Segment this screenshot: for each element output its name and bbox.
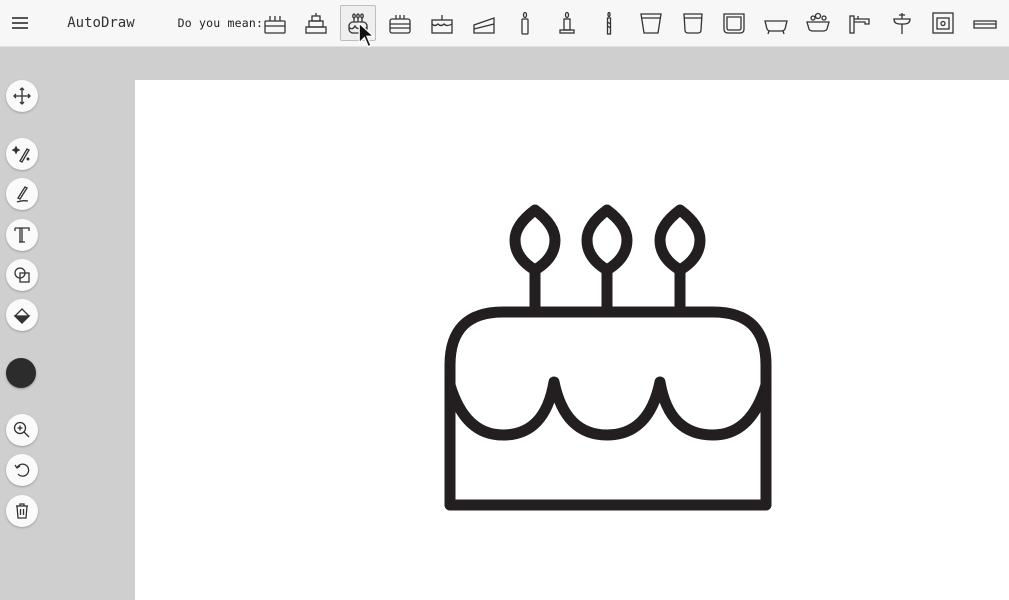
suggestion-layer-cake[interactable] [382, 5, 418, 41]
text-icon [14, 227, 30, 243]
suggestion-candle[interactable] [507, 5, 543, 41]
autodraw-tool[interactable] [6, 138, 38, 170]
suggestion-bathtub[interactable] [758, 5, 794, 41]
candle-flame-left [509, 204, 561, 276]
suggestion-candle-holder[interactable] [549, 5, 585, 41]
shape-tool[interactable] [6, 259, 38, 291]
cake-wedge-icon [472, 17, 495, 34]
trash-icon [16, 503, 28, 519]
suggestion-cake[interactable] [257, 5, 293, 41]
delete-tool[interactable] [6, 495, 38, 527]
birthday-cake-drawing [444, 204, 772, 511]
move-tool[interactable] [6, 80, 38, 112]
suggestion-pot[interactable] [675, 5, 711, 41]
cake-frosting [444, 376, 772, 441]
magic-pen-icon [12, 145, 30, 163]
paint-bucket-icon [13, 308, 31, 324]
candle-icon [521, 11, 530, 35]
suggestion-cake-slice[interactable] [424, 5, 460, 41]
suggestion-tray[interactable] [967, 5, 1003, 41]
zoom-in-icon [13, 421, 30, 438]
oven-icon [932, 12, 955, 34]
draw-tool[interactable] [6, 178, 38, 210]
suggestion-cake-wedge[interactable] [466, 5, 502, 41]
suggestion-thin-candle[interactable] [591, 5, 627, 41]
suggestion-faucet[interactable] [842, 5, 878, 41]
suggestion-sink[interactable] [884, 5, 920, 41]
bubble-bath-icon [806, 12, 830, 32]
top-toolbar: AutoDraw Do you mean: [0, 0, 1009, 48]
suggestion-oven[interactable] [925, 5, 961, 41]
faucet-icon [849, 15, 870, 34]
shapes-icon [14, 267, 30, 283]
mouse-cursor-icon [358, 22, 376, 48]
suggestion-bucket[interactable] [633, 5, 669, 41]
tool-sidebar [0, 47, 44, 600]
undo-tool[interactable] [6, 454, 38, 486]
suggestion-birthday-cake[interactable] [340, 5, 377, 48]
zoom-tool[interactable] [6, 414, 38, 446]
candle-holder-icon [559, 11, 575, 34]
undo-icon [14, 463, 30, 477]
suggestion-strip [257, 0, 1009, 48]
pen-icon [16, 186, 29, 203]
hamburger-menu-icon [12, 17, 29, 29]
suggestion-container[interactable] [716, 5, 752, 41]
tiered-cake-icon [305, 13, 328, 34]
candle-flame-right [654, 204, 706, 276]
drawing-canvas[interactable] [135, 80, 1009, 600]
color-picker[interactable] [6, 358, 36, 388]
suggestion-label: Do you mean: [177, 16, 264, 30]
text-tool[interactable] [6, 219, 38, 251]
sink-icon [892, 13, 911, 34]
cake-body [444, 306, 772, 511]
suggestion-bubble-bath[interactable] [800, 5, 836, 41]
cake-slice-icon [431, 15, 453, 34]
bucket-icon [640, 13, 662, 34]
tray-icon [973, 20, 997, 29]
menu-button[interactable] [0, 0, 40, 46]
layer-cake-icon [389, 15, 411, 34]
thin-candle-icon [606, 11, 612, 35]
suggestion-tiered-cake[interactable] [298, 5, 334, 41]
fill-tool[interactable] [6, 299, 38, 331]
bathtub-icon [764, 20, 789, 35]
app-title: AutoDraw [67, 15, 135, 31]
pot-icon [682, 13, 703, 34]
candle-flame-middle [581, 204, 633, 276]
container-icon [723, 13, 746, 34]
move-icon [13, 87, 31, 105]
cake-icon [264, 16, 286, 34]
